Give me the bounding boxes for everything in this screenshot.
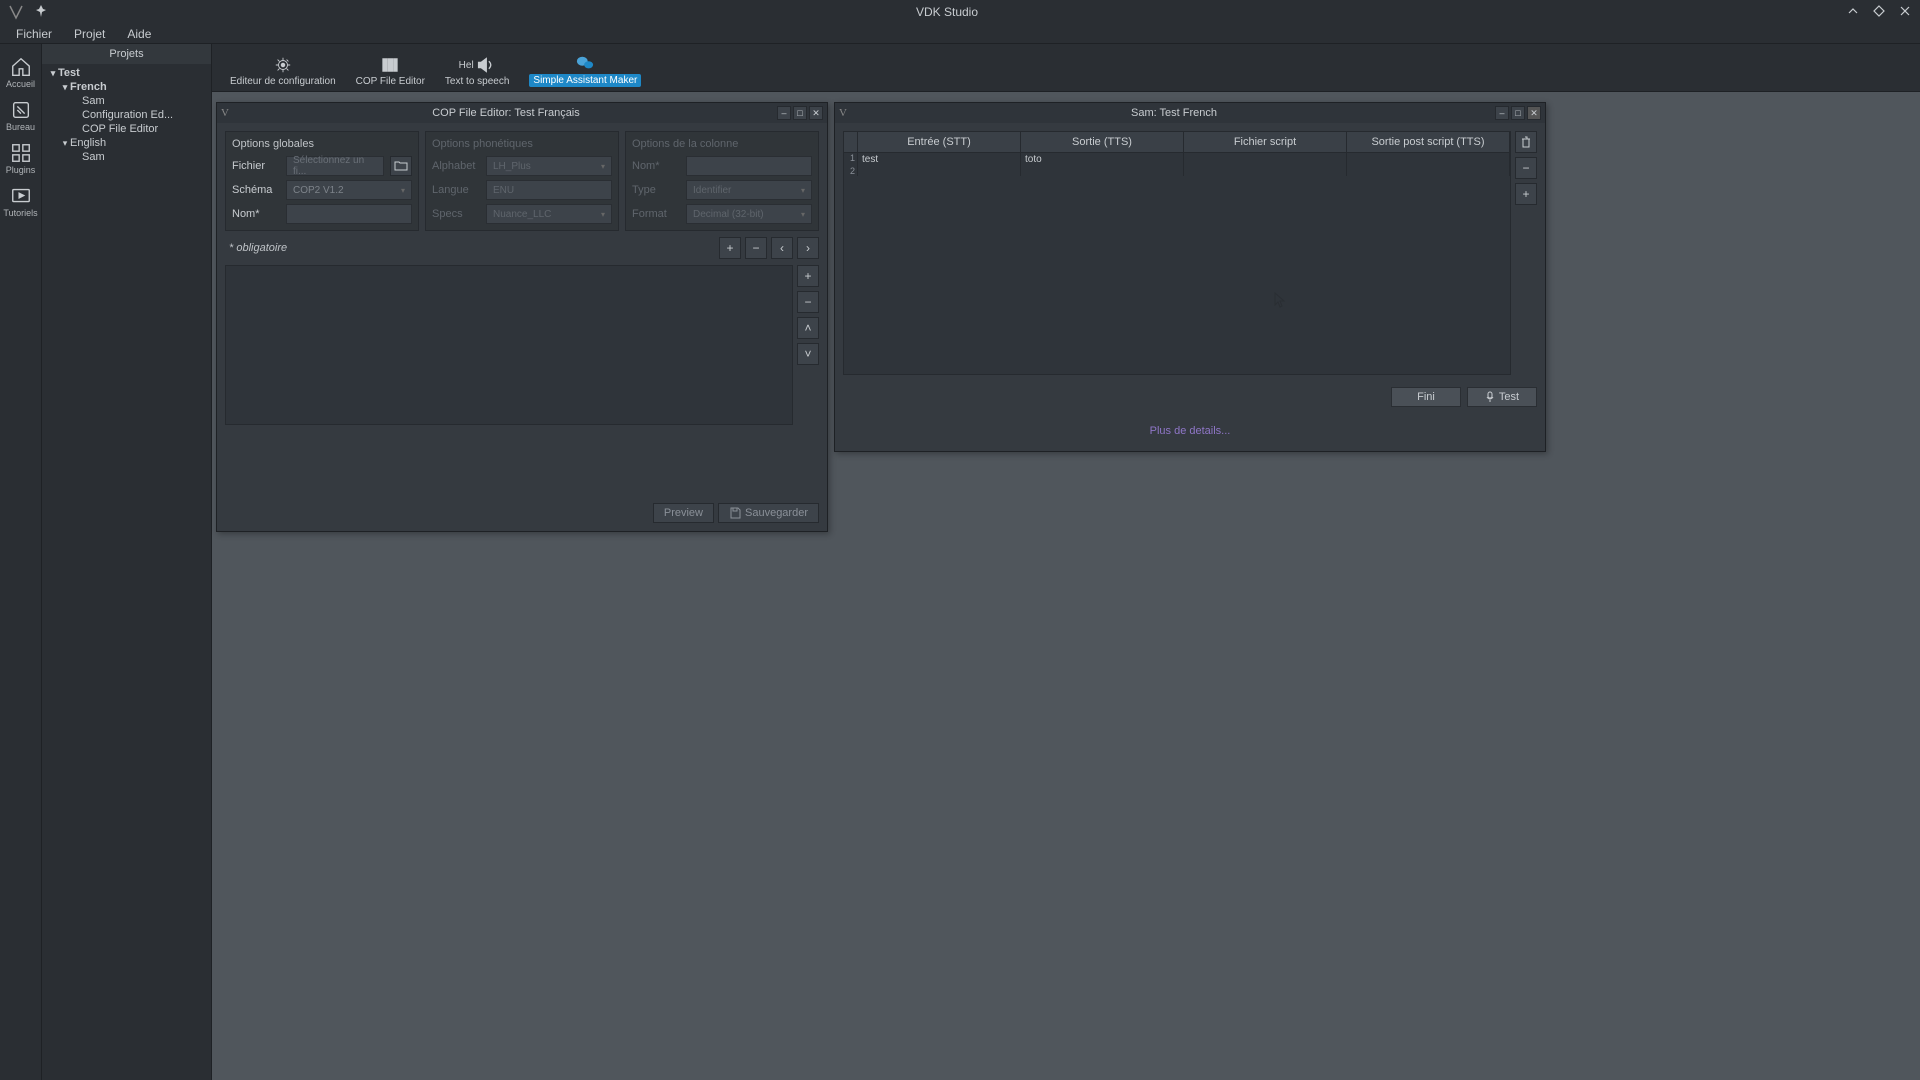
sam-window-titlebar[interactable]: V Sam: Test French – □ ✕ bbox=[835, 103, 1545, 123]
app-title: VDK Studio bbox=[48, 5, 1846, 19]
list-up-button[interactable]: ˄ bbox=[797, 317, 819, 339]
list-add-button[interactable]: + bbox=[797, 265, 819, 287]
format-select[interactable]: Decimal (32-bit) bbox=[686, 204, 812, 224]
workspace: V COP File Editor: Test Français – □ ✕ O… bbox=[212, 92, 1920, 1080]
menubar: Fichier Projet Aide bbox=[0, 24, 1920, 44]
activity-accueil[interactable]: Accueil bbox=[1, 50, 41, 93]
nom-input[interactable] bbox=[286, 204, 412, 224]
col-nom-input[interactable] bbox=[686, 156, 812, 176]
tool-tts[interactable]: Hel Text to speech bbox=[437, 54, 517, 89]
activity-bureau[interactable]: Bureau bbox=[1, 93, 41, 136]
table-add-button[interactable]: + bbox=[1515, 183, 1537, 205]
global-options-group: Options globales Fichier Sélectionnez un… bbox=[225, 131, 419, 231]
list-remove-button[interactable]: − bbox=[797, 291, 819, 313]
window-maximize-icon[interactable] bbox=[1872, 5, 1886, 20]
table-remove-button[interactable]: − bbox=[1515, 157, 1537, 179]
menu-projet[interactable]: Projet bbox=[64, 25, 115, 43]
window-cop-editor: V COP File Editor: Test Français – □ ✕ O… bbox=[216, 102, 828, 532]
tree-node[interactable]: ▾Test bbox=[42, 66, 211, 80]
menu-fichier[interactable]: Fichier bbox=[6, 25, 62, 43]
cop-close-icon[interactable]: ✕ bbox=[809, 106, 823, 120]
list-down-button[interactable]: ˅ bbox=[797, 343, 819, 365]
phonetic-options-group: Options phonétiques Alphabet LH_Plus Lan… bbox=[425, 131, 619, 231]
tree-node[interactable]: ▾French bbox=[42, 80, 211, 94]
fichier-input[interactable]: Sélectionnez un fi... bbox=[286, 156, 384, 176]
preview-button[interactable]: Preview bbox=[653, 503, 714, 523]
add-column-button[interactable]: + bbox=[719, 237, 741, 259]
cop-maximize-icon[interactable]: □ bbox=[793, 106, 807, 120]
activity-tutoriels[interactable]: Tutoriels bbox=[1, 179, 41, 222]
tree-node[interactable]: Configuration Ed... bbox=[42, 108, 211, 122]
prev-button[interactable]: ‹ bbox=[771, 237, 793, 259]
entries-list[interactable] bbox=[225, 265, 793, 425]
window-minimize-icon[interactable] bbox=[1846, 5, 1860, 20]
save-button[interactable]: Sauvegarder bbox=[718, 503, 819, 523]
cop-window-titlebar[interactable]: V COP File Editor: Test Français – □ ✕ bbox=[217, 103, 827, 123]
window-sam: V Sam: Test French – □ ✕ Entrée (STT) bbox=[834, 102, 1546, 452]
more-details-link[interactable]: Plus de details... bbox=[843, 419, 1537, 443]
specs-select[interactable]: Nuance_LLC bbox=[486, 204, 612, 224]
window-close-icon[interactable] bbox=[1898, 5, 1912, 20]
alphabet-select[interactable]: LH_Plus bbox=[486, 156, 612, 176]
activity-bar: Accueil Bureau Plugins Tutoriels bbox=[0, 44, 42, 1080]
remove-column-button[interactable]: − bbox=[745, 237, 767, 259]
mandatory-note: * obligatoire bbox=[225, 242, 287, 254]
table-delete-icon[interactable] bbox=[1515, 131, 1537, 153]
langue-input[interactable]: ENU bbox=[486, 180, 612, 200]
projects-panel-title: Projets bbox=[42, 44, 211, 64]
titlebar: VDK Studio bbox=[0, 0, 1920, 24]
v-icon: V bbox=[839, 107, 853, 119]
schema-select[interactable]: COP2 V1.2 bbox=[286, 180, 412, 200]
tool-config-editor[interactable]: Editeur de configuration bbox=[222, 54, 344, 89]
sam-minimize-icon[interactable]: – bbox=[1495, 106, 1509, 120]
activity-plugins[interactable]: Plugins bbox=[1, 136, 41, 179]
pin-icon[interactable] bbox=[34, 4, 48, 21]
tool-cop-editor[interactable]: COP File Editor bbox=[348, 54, 433, 89]
type-select[interactable]: Identifier bbox=[686, 180, 812, 200]
projects-tree: ▾Test▾FrenchSamConfiguration Ed...COP Fi… bbox=[42, 64, 211, 166]
tree-node[interactable]: Sam bbox=[42, 94, 211, 108]
projects-panel: Projets ▾Test▾FrenchSamConfiguration Ed.… bbox=[42, 44, 212, 1080]
test-button[interactable]: Test bbox=[1467, 387, 1537, 407]
v-icon: V bbox=[221, 107, 235, 119]
table-row[interactable]: 2 bbox=[844, 166, 1510, 176]
app-logo-icon bbox=[8, 4, 24, 20]
sam-close-icon[interactable]: ✕ bbox=[1527, 106, 1541, 120]
tree-node[interactable]: ▾English bbox=[42, 136, 211, 150]
folder-open-icon[interactable] bbox=[390, 156, 412, 176]
tool-simple-assistant-maker[interactable]: Simple Assistant Maker bbox=[521, 52, 649, 89]
menu-aide[interactable]: Aide bbox=[117, 25, 161, 43]
table-row[interactable]: 1testtoto bbox=[844, 153, 1510, 166]
cop-minimize-icon[interactable]: – bbox=[777, 106, 791, 120]
tree-node[interactable]: Sam bbox=[42, 150, 211, 164]
sam-maximize-icon[interactable]: □ bbox=[1511, 106, 1525, 120]
fini-button[interactable]: Fini bbox=[1391, 387, 1461, 407]
tree-node[interactable]: COP File Editor bbox=[42, 122, 211, 136]
column-options-group: Options de la colonne Nom* Type Identifi… bbox=[625, 131, 819, 231]
next-button[interactable]: › bbox=[797, 237, 819, 259]
sam-table[interactable]: Entrée (STT) Sortie (TTS) Fichier script… bbox=[843, 131, 1511, 375]
toolbar: Editeur de configuration COP File Editor… bbox=[212, 44, 1920, 92]
